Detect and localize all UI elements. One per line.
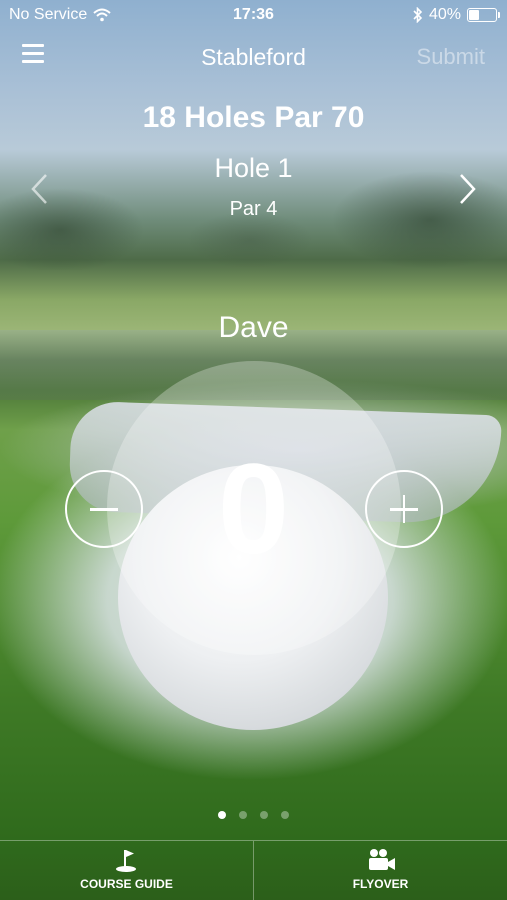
chevron-left-icon — [31, 174, 47, 204]
hole-title: Hole 1 — [214, 153, 293, 183]
tab-flyover-label: FLYOVER — [352, 877, 409, 891]
page-dot[interactable] — [260, 811, 268, 819]
player-name: Dave — [218, 311, 289, 344]
previous-hole-button[interactable] — [26, 172, 56, 206]
tab-bar: COURSE GUIDE FLYOVER — [0, 840, 507, 900]
bluetooth-icon — [413, 7, 423, 23]
minus-icon — [90, 508, 118, 511]
page-dot[interactable] — [218, 811, 226, 819]
golf-flag-icon — [115, 850, 136, 872]
decrease-score-button[interactable] — [65, 470, 143, 548]
chevron-right-icon — [460, 174, 476, 204]
course-title: 18 Holes Par 70 — [142, 101, 365, 134]
tab-flyover[interactable]: FLYOVER — [253, 841, 507, 900]
page-dot[interactable] — [281, 811, 289, 819]
video-camera-icon — [368, 849, 395, 870]
next-hole-button[interactable] — [451, 172, 481, 206]
page-indicator — [0, 811, 507, 819]
status-right: 40% — [413, 6, 500, 24]
submit-button[interactable]: Submit — [417, 44, 485, 70]
page-dot[interactable] — [239, 811, 247, 819]
battery-percent: 40% — [428, 6, 461, 23]
plus-icon-vertical — [402, 495, 406, 523]
battery-icon — [467, 8, 500, 22]
increase-score-button[interactable] — [365, 470, 443, 548]
status-bar: No Service 17:36 40% — [0, 0, 507, 30]
tab-course-guide-label: COURSE GUIDE — [80, 877, 173, 891]
tab-course-guide[interactable]: COURSE GUIDE — [0, 841, 253, 900]
battery-fill — [469, 10, 480, 20]
hole-par: Par 4 — [229, 198, 278, 220]
